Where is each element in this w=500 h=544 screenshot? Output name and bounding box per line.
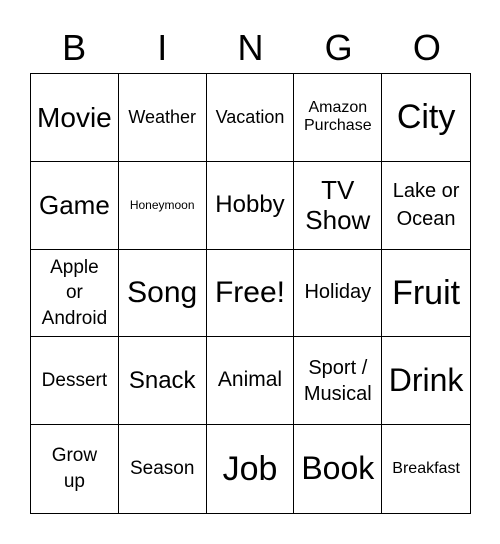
bingo-cell[interactable]: Game bbox=[31, 161, 119, 250]
bingo-cell[interactable]: Job bbox=[207, 425, 295, 513]
bingo-cell[interactable]: Holiday bbox=[294, 249, 383, 338]
header-letter-g: G bbox=[324, 27, 353, 68]
header-letter-i: I bbox=[157, 27, 168, 68]
bingo-cell[interactable]: TV Show bbox=[294, 161, 383, 250]
bingo-cell[interactable]: Hobby bbox=[206, 161, 295, 250]
bingo-cell[interactable]: City bbox=[382, 74, 470, 162]
bingo-cell[interactable]: Snack bbox=[118, 337, 207, 426]
bingo-cell[interactable]: Season bbox=[119, 425, 207, 513]
bingo-cell[interactable]: Movie bbox=[31, 74, 119, 162]
header-letter-o: O bbox=[412, 27, 441, 68]
bingo-cell[interactable]: Fruit bbox=[382, 250, 470, 338]
bingo-cell[interactable]: Weather bbox=[118, 74, 207, 162]
bingo-cell[interactable]: Apple or Android bbox=[31, 249, 119, 338]
bingo-cell[interactable]: Drink bbox=[382, 337, 470, 426]
bingo-cell[interactable]: Vacation bbox=[206, 74, 295, 162]
bingo-cell[interactable]: Honeymoon bbox=[118, 161, 207, 250]
bingo-cell[interactable]: Amazon Purchase bbox=[294, 74, 383, 162]
bingo-cell[interactable]: Free! bbox=[206, 249, 295, 338]
bingo-cell[interactable]: Breakfast bbox=[382, 425, 470, 513]
bingo-cell[interactable]: Grow up bbox=[31, 425, 119, 513]
bingo-cell[interactable]: Animal bbox=[206, 337, 295, 426]
bingo-cell[interactable]: Book bbox=[294, 425, 383, 513]
bingo-cell[interactable]: Dessert bbox=[31, 337, 119, 426]
bingo-cell[interactable]: Lake or Ocean bbox=[382, 162, 470, 250]
bingo-cell[interactable]: Song bbox=[118, 249, 207, 338]
bingo-header: B I N G O bbox=[30, 22, 471, 74]
header-letter-b: B bbox=[62, 27, 87, 68]
bingo-grid: Movie Weather Vacation Amazon Purchase C… bbox=[30, 73, 471, 514]
bingo-cell[interactable]: Sport / Musical bbox=[294, 337, 383, 426]
header-letter-n: N bbox=[237, 27, 264, 68]
